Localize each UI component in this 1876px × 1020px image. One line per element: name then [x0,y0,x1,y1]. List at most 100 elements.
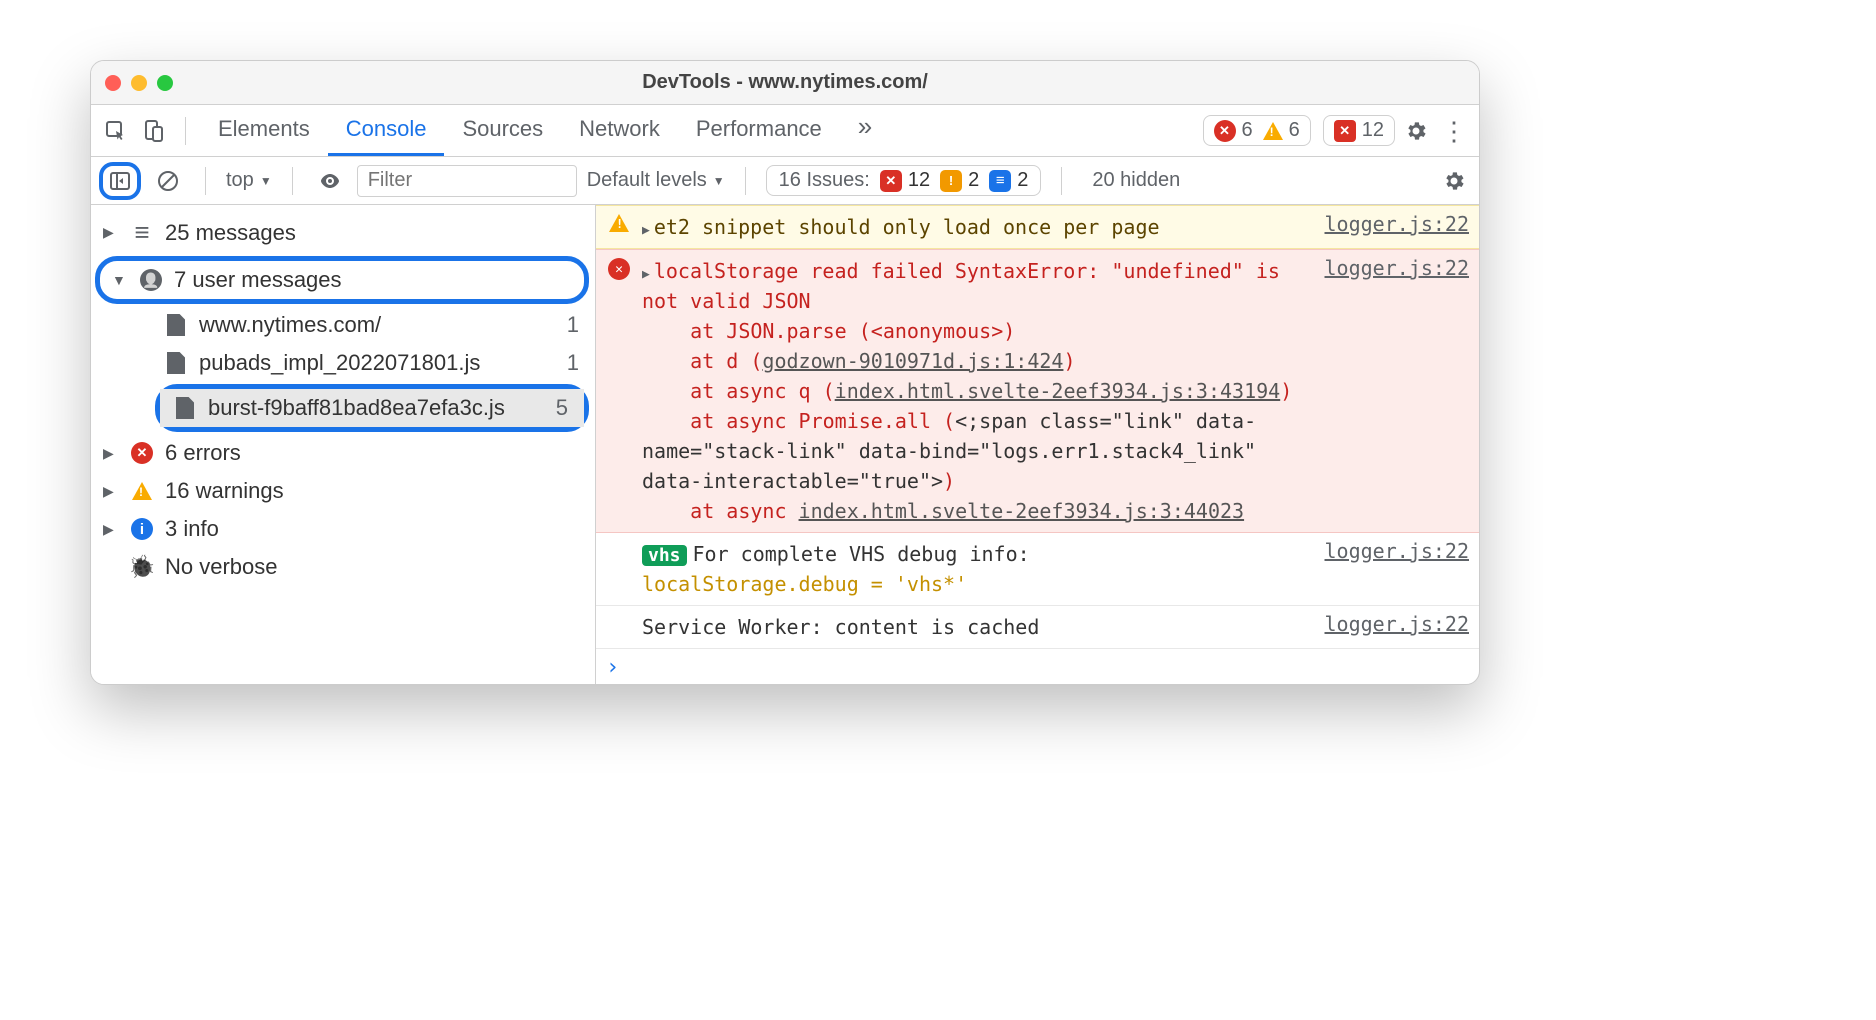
sidebar-user-messages-label: 7 user messages [174,267,342,293]
more-tabs-icon[interactable]: » [844,111,886,142]
sidebar-messages-label: 25 messages [165,220,296,246]
log-text: For complete VHS debug info: [693,542,1030,566]
sidebar-verbose[interactable]: No verbose [91,548,595,586]
log-levels-selector[interactable]: Default levels ▼ [587,169,725,192]
tab-sources[interactable]: Sources [444,105,561,156]
stack-line: at async Promise.all ( [690,409,955,433]
sidebar-info[interactable]: ▶ 3 info [91,510,595,548]
window-zoom-icon[interactable] [157,75,173,91]
log-entry-warning[interactable]: ▶et2 snippet should only load once per p… [596,205,1479,249]
log-error-head: localStorage read failed SyntaxError: "u… [642,259,1280,313]
sidebar-warnings[interactable]: ▶ 16 warnings [91,472,595,510]
stack-line: at d ( [690,349,762,373]
log-source-link[interactable]: logger.js:22 [1315,612,1470,636]
filter-input[interactable] [357,165,577,197]
settings-icon[interactable] [1399,114,1433,148]
log-entry-info[interactable]: Service Worker: content is cached logger… [596,606,1479,649]
separator [205,167,206,195]
device-toggle-icon[interactable] [137,114,171,148]
sidebar-file-item[interactable]: www.nytimes.com/ 1 [151,306,595,344]
error-square-icon [1334,120,1356,142]
window-close-icon[interactable] [105,75,121,91]
sidebar-warnings-label: 16 warnings [165,478,284,504]
caret-down-icon: ▼ [112,272,128,288]
tab-network[interactable]: Network [561,105,678,156]
caret-right-icon: ▶ [103,224,119,241]
expand-icon[interactable]: ▶ [642,267,650,282]
caret-right-icon: ▶ [103,483,119,500]
sidebar-errors[interactable]: ▶ 6 errors [91,434,595,472]
log-source-link[interactable]: logger.js:22 [1315,212,1470,236]
sidebar-file-item-selected[interactable]: burst-f9baff81bad8ea7efa3c.js 5 [160,389,584,427]
selected-file-highlight: burst-f9baff81bad8ea7efa3c.js 5 [155,384,589,432]
live-expression-icon[interactable] [313,164,347,198]
file-name: www.nytimes.com/ [199,312,381,338]
chevron-down-icon: ▼ [260,174,272,188]
log-entry-info[interactable]: vhs For complete VHS debug info: localSto… [596,533,1479,606]
file-icon [176,397,194,419]
bug-icon [129,554,155,580]
error-warning-pill[interactable]: 6 6 [1203,115,1311,146]
error-count: 6 [1242,119,1253,142]
caret-right-icon: ▶ [103,445,119,462]
stack-line: at async [690,499,798,523]
user-messages-children: www.nytimes.com/ 1 pubads_impl_202207180… [91,306,595,432]
main-tabstrip: Elements Console Sources Network Perform… [91,105,1479,157]
window-minimize-icon[interactable] [131,75,147,91]
sidebar-toggle-icon[interactable] [107,168,133,194]
stack-link[interactable]: index.html.svelte-2eef3934.js:3:44023 [799,499,1245,523]
file-count: 1 [567,312,585,338]
tab-console[interactable]: Console [328,105,445,156]
devtools-window: DevTools - www.nytimes.com/ Elements Con… [90,60,1480,685]
sidebar-verbose-label: No verbose [165,554,278,580]
console-toolbar: top ▼ Default levels ▼ 16 Issues: 12 2 2… [91,157,1479,205]
warning-icon [132,482,152,500]
warning-icon [1263,122,1283,140]
issue-warn-count: 2 [968,169,979,192]
user-messages-highlight: ▼ 7 user messages [95,256,589,304]
error-icon [131,442,153,464]
log-entry-error[interactable]: ▶localStorage read failed SyntaxError: "… [596,249,1479,533]
inspect-icon[interactable] [99,114,133,148]
issue-error-count: 12 [908,169,930,192]
kebab-menu-icon[interactable]: ⋮ [1437,114,1471,148]
console-sidebar: ▶ 25 messages ▼ 7 user messages www.nyti… [91,205,596,684]
stack-line: at async q ( [690,379,835,403]
close-error-pill[interactable]: 12 [1323,115,1395,146]
console-log-pane: ▶et2 snippet should only load once per p… [596,205,1479,684]
sidebar-file-item[interactable]: pubads_impl_2022071801.js 1 [151,344,595,382]
separator [292,167,293,195]
context-label: top [226,169,254,192]
log-source-link[interactable]: logger.js:22 [1315,539,1470,563]
console-settings-icon[interactable] [1437,164,1471,198]
log-text: Service Worker: content is cached [642,615,1039,639]
issue-warn-icon [940,170,962,192]
file-count: 1 [567,350,585,376]
separator [745,167,746,195]
log-code: localStorage.debug = 'vhs*' [642,572,967,596]
chevron-down-icon: ▼ [713,174,725,188]
vhs-tag: vhs [642,545,687,566]
user-icon [140,269,162,291]
issue-error-icon [880,170,902,192]
file-icon [167,352,185,374]
context-selector[interactable]: top ▼ [226,169,272,192]
clear-console-icon[interactable] [151,164,185,198]
window-titlebar: DevTools - www.nytimes.com/ [91,61,1479,105]
hidden-count[interactable]: 20 hidden [1082,169,1190,192]
console-prompt[interactable]: › [596,649,1479,684]
sidebar-messages[interactable]: ▶ 25 messages [91,211,595,254]
stack-link[interactable]: index.html.svelte-2eef3934.js:3:43194 [835,379,1281,403]
sidebar-errors-label: 6 errors [165,440,241,466]
stack-link[interactable]: godzown-9010971d.js:1:424 [762,349,1063,373]
file-count: 5 [556,395,574,421]
sidebar-user-messages[interactable]: ▼ 7 user messages [100,261,584,299]
expand-icon[interactable]: ▶ [642,223,650,238]
error-icon [1214,120,1236,142]
issues-pill[interactable]: 16 Issues: 12 2 2 [766,165,1042,196]
tab-elements[interactable]: Elements [200,105,328,156]
tab-performance[interactable]: Performance [678,105,840,156]
log-levels-label: Default levels [587,169,707,192]
sidebar-info-label: 3 info [165,516,219,542]
log-source-link[interactable]: logger.js:22 [1315,256,1470,280]
